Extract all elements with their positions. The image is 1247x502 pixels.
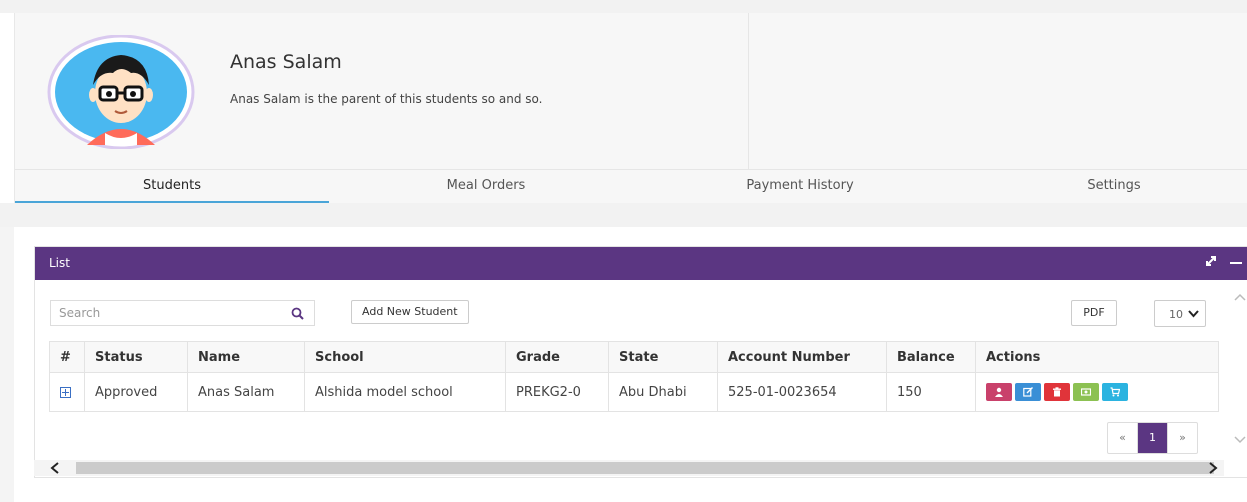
col-status: Status [84,341,188,373]
col-actions: Actions [975,341,1219,373]
plus-square-icon[interactable] [60,386,71,398]
cell-name: Anas Salam [187,372,305,412]
pdf-button[interactable]: PDF [1071,300,1117,326]
profile-panel: Anas Salam Anas Salam is the parent of t… [14,13,1247,203]
profile-action-button[interactable] [986,383,1012,401]
table-row: Approved Anas Salam Alshida model school… [49,372,1219,412]
cell-state: Abu Dhabi [608,372,718,412]
scroll-left-icon[interactable] [34,460,68,476]
scroll-up-icon[interactable] [1233,291,1247,305]
pagination: « 1 » [1107,422,1198,454]
cell-grade: PREKG2-0 [505,372,609,412]
pagination-next[interactable]: » [1167,423,1197,453]
panel-divider-horizontal [15,169,1247,170]
col-state: State [608,341,718,373]
cell-balance: 150 [886,372,976,412]
user-icon [995,387,1003,397]
list-header: List [35,247,1247,280]
search-field [50,300,315,326]
page-size-select[interactable]: 10 [1154,300,1206,327]
edit-icon [1023,387,1033,397]
list-title: List [49,256,70,270]
tab-payment-history[interactable]: Payment History [643,171,957,201]
panel-divider-vertical [748,13,749,169]
pagination-page-1[interactable]: 1 [1137,423,1167,453]
col-index: # [49,341,85,373]
col-account-number: Account Number [717,341,887,373]
search-icon[interactable] [291,307,304,320]
profile-name: Anas Salam [230,51,342,73]
cell-school: Alshida model school [304,372,506,412]
col-balance: Balance [886,341,976,373]
tab-meal-orders[interactable]: Meal Orders [329,171,643,201]
avatar [47,34,195,150]
chevron-down-icon [1188,310,1199,318]
col-school: School [304,341,506,373]
list-card: List Add New Student PDF 10 # Status Nam… [34,246,1247,478]
scroll-down-icon[interactable] [1233,432,1247,446]
delete-action-button[interactable] [1044,383,1070,401]
cell-account-number: 525-01-0023654 [717,372,887,412]
trash-icon [1053,387,1061,397]
horizontal-scrollbar[interactable] [34,460,1224,476]
cell-actions [975,372,1219,412]
payment-action-button[interactable] [1073,383,1099,401]
section-gap [0,203,1247,227]
money-icon [1081,388,1091,396]
tab-students[interactable]: Students [15,171,329,203]
edit-action-button[interactable] [1015,383,1041,401]
cell-status: Approved [84,372,188,412]
search-input[interactable] [51,301,279,325]
row-expand-cell [49,372,85,412]
scroll-right-icon[interactable] [1204,460,1224,476]
profile-description: Anas Salam is the parent of this student… [230,92,543,106]
col-name: Name [187,341,305,373]
pagination-prev[interactable]: « [1108,423,1137,453]
tab-settings[interactable]: Settings [957,171,1247,201]
left-gutter [0,227,14,502]
expand-icon[interactable] [1204,254,1218,268]
col-grade: Grade [505,341,609,373]
profile-tabs: Students Meal Orders Payment History Set… [15,171,1247,203]
order-action-button[interactable] [1102,383,1128,401]
top-strip [0,0,1247,13]
row-actions [986,383,1208,401]
page-size-value: 10 [1169,308,1183,321]
students-table: # Status Name School Grade State Account… [49,341,1219,412]
table-header-row: # Status Name School Grade State Account… [49,341,1219,373]
scrollbar-thumb[interactable] [76,462,1214,474]
minimize-icon[interactable] [1230,262,1242,264]
add-new-student-button[interactable]: Add New Student [351,300,469,324]
cart-icon [1110,387,1120,397]
